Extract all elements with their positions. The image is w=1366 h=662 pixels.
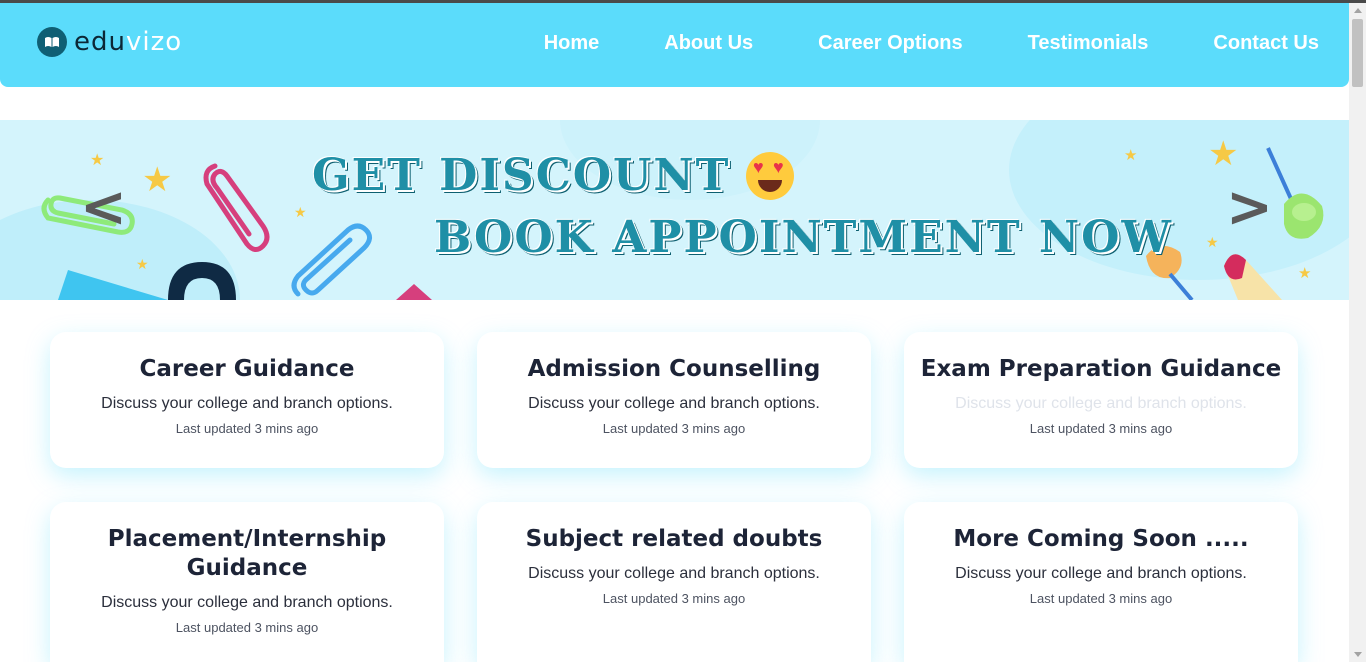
pink-triangle-icon <box>396 284 432 300</box>
banner-headline-discount: GET DISCOUNT <box>312 150 731 201</box>
page-scrollbar[interactable] <box>1349 3 1366 662</box>
nav-about-us[interactable]: About Us <box>664 32 753 55</box>
carousel-next-button[interactable]: > <box>1226 180 1273 236</box>
nav-testimonials[interactable]: Testimonials <box>1028 32 1149 55</box>
heart-eyes-emoji-icon: ♥ ♥ <box>746 152 794 200</box>
card-description: Discuss your college and branch options. <box>101 395 393 412</box>
service-card[interactable]: Subject related doubts Discuss your coll… <box>477 502 871 662</box>
dark-shape-icon <box>168 262 236 300</box>
banner-headline-appointment: BOOK APPOINTMENT NOW <box>434 212 1173 263</box>
heart-icon: ♥ <box>773 157 784 177</box>
star-icon: ★ <box>136 256 149 272</box>
nav-home[interactable]: Home <box>544 32 600 55</box>
card-updated-text: Last updated 3 mins ago <box>602 421 746 436</box>
card-description: Discuss your college and branch options. <box>101 594 393 611</box>
service-card[interactable]: Exam Preparation Guidance Discuss your c… <box>904 332 1298 468</box>
card-title: Admission Counselling <box>527 356 821 382</box>
service-card[interactable]: Placement/Internship Guidance Discuss yo… <box>50 502 444 662</box>
main-nav: Home About Us Career Options Testimonial… <box>479 32 1319 55</box>
star-icon: ★ <box>294 204 307 220</box>
carousel-prev-button[interactable]: < <box>80 180 127 236</box>
star-icon: ★ <box>1124 147 1138 164</box>
star-icon: ★ <box>142 161 173 199</box>
service-card[interactable]: Admission Counselling Discuss your colle… <box>477 332 871 468</box>
card-description: Discuss your college and branch options. <box>528 395 820 412</box>
card-updated-text: Last updated 3 mins ago <box>602 591 746 606</box>
star-icon: ★ <box>1208 135 1239 173</box>
nav-career-options[interactable]: Career Options <box>818 32 962 55</box>
star-icon: ★ <box>90 152 105 169</box>
service-card[interactable]: More Coming Soon ..... Discuss your coll… <box>904 502 1298 662</box>
card-description: Discuss your college and branch options. <box>528 565 820 582</box>
blue-triangle-icon <box>58 270 168 300</box>
logo-text-edu: edu <box>74 27 126 57</box>
paperclip-blue-icon <box>291 223 372 297</box>
book-icon <box>37 27 67 57</box>
card-title: Exam Preparation Guidance <box>920 356 1282 382</box>
card-updated-text: Last updated 3 mins ago <box>1029 591 1173 606</box>
scroll-up-arrow-icon[interactable] <box>1354 8 1362 13</box>
card-updated-text: Last updated 3 mins ago <box>1029 421 1173 436</box>
card-title: More Coming Soon ..... <box>953 526 1249 552</box>
card-title: Placement/Internship Guidance <box>107 526 387 581</box>
heart-icon: ♥ <box>753 157 764 177</box>
logo-text-vizo: vizo <box>125 27 183 57</box>
card-title: Career Guidance <box>139 356 355 382</box>
card-updated-text: Last updated 3 mins ago <box>175 620 319 635</box>
emoji-mouth <box>758 180 782 192</box>
card-updated-text: Last updated 3 mins ago <box>175 421 319 436</box>
nav-contact-us[interactable]: Contact Us <box>1213 32 1319 55</box>
logo[interactable]: eduvizo <box>37 27 182 57</box>
card-description: Discuss your college and branch options. <box>955 565 1247 582</box>
navbar: eduvizo Home About Us Career Options Tes… <box>0 3 1349 87</box>
paperclip-pink-icon <box>203 163 270 252</box>
star-icon: ★ <box>1298 265 1312 282</box>
scroll-down-arrow-icon[interactable] <box>1354 652 1362 657</box>
pencil-eraser-icon <box>1224 254 1282 300</box>
promo-banner: ★ ★ ★ ★ ★ ★ ★ ★ <box>0 120 1349 300</box>
logo-text: eduvizo <box>74 27 182 57</box>
card-title: Subject related doubts <box>525 526 823 552</box>
star-icon: ★ <box>1206 234 1219 250</box>
scrollbar-thumb[interactable] <box>1352 19 1363 87</box>
service-card[interactable]: Career Guidance Discuss your college and… <box>50 332 444 468</box>
card-description: Discuss your college and branch options. <box>955 395 1247 412</box>
